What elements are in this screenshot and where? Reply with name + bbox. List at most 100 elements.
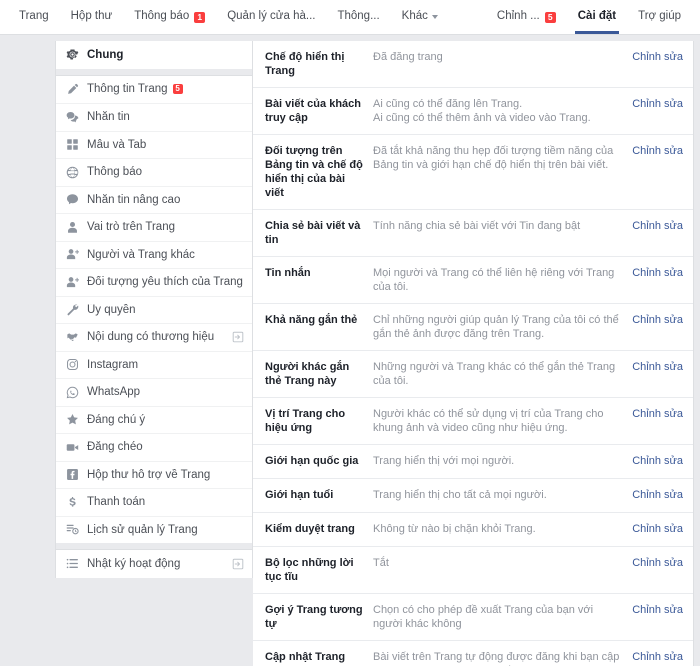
nav-item-label: Khác (401, 10, 428, 23)
setting-row: Giới hạn tuổi Trang hiển thị cho tất cả m… (253, 478, 693, 512)
sidebar-item-label: Nhắn tin (87, 111, 130, 124)
edit-link[interactable]: Chỉnh sửa (631, 407, 683, 421)
sidebar-item-label: Đăng chéo (87, 441, 143, 454)
sidebar-item-dang-chu-y[interactable]: Đáng chú ý (56, 405, 252, 434)
setting-row-title: Giới hạn tuổi (265, 489, 334, 501)
nav-item-c-i-t[interactable]: Cài đặt (567, 0, 627, 34)
sidebar-item-label: WhatsApp (87, 386, 141, 399)
setting-row: Người khác gắn thẻ Trang này Những người … (253, 350, 693, 397)
video-camera-icon (65, 440, 80, 455)
dollar-icon (65, 495, 80, 510)
nav-item-tr-gi-p[interactable]: Trợ giúp (627, 0, 692, 34)
setting-row-title: Đối tượng trên Bảng tin và chế độ hiển t… (265, 145, 363, 199)
setting-row-title: Kiểm duyệt trang (265, 523, 355, 535)
setting-row-description: Chỉ những người giúp quản lý Trang của t… (373, 313, 631, 341)
edit-link[interactable]: Chỉnh sửa (631, 603, 683, 617)
sidebar-item-nhan-tin-nang-cao[interactable]: Nhắn tin nâng cao (56, 185, 252, 214)
setting-row-description: Đã đăng trang (373, 50, 631, 64)
sidebar-item-lich-su-quan-ly-trang[interactable]: Lịch sử quản lý Trang (56, 515, 252, 544)
grid-icon (65, 137, 80, 152)
setting-row-title: Bài viết của khách truy cập (265, 98, 361, 124)
sidebar-item-mau-va-tab[interactable]: Mẫu và Tab (56, 130, 252, 159)
sidebar-item-chung[interactable]: Chung (56, 41, 252, 69)
sidebar-item-label: Thông tin Trang (87, 83, 168, 96)
sidebar-item-uy-quyen[interactable]: Ủy quyền (56, 295, 252, 324)
sidebar-item-instagram[interactable]: Instagram (56, 350, 252, 379)
setting-row-title: Tin nhắn (265, 267, 311, 279)
setting-row: Bộ lọc những lời tục tĩu Tắt Chỉnh sửa (253, 546, 693, 593)
messaging-icon (65, 110, 80, 125)
wrench-icon (65, 302, 80, 317)
settings-sidebar: Chung Thông tin Trang 5 Nhắn tin Mẫu và Tab T… (55, 41, 253, 578)
sidebar-item-nhat-ky-hoat-dong[interactable]: Nhật ký hoạt động (56, 550, 252, 578)
edit-link[interactable]: Chỉnh sửa (631, 144, 683, 158)
external-link-icon[interactable] (231, 331, 244, 344)
sidebar-item-label: Ủy quyền (87, 303, 136, 316)
setting-row-description: Trang hiển thị cho tất cả mọi người. (373, 488, 631, 502)
edit-link[interactable]: Chỉnh sửa (631, 556, 683, 570)
sidebar-item-label: Thanh toán (87, 496, 146, 509)
nav-item-badge: 5 (544, 11, 556, 23)
edit-link[interactable]: Chỉnh sửa (631, 650, 683, 664)
setting-row-description-line: Không từ nào bị chặn khỏi Trang. (373, 523, 536, 535)
nav-item-label: Chỉnh ... (496, 10, 540, 23)
sidebar-item-thong-bao[interactable]: Thông báo (56, 158, 252, 186)
edit-link[interactable]: Chỉnh sửa (631, 313, 683, 327)
setting-row-description: Đã tắt khả năng thu hẹp đối tượng tiềm n… (373, 144, 631, 172)
sidebar-item-dang-cheo[interactable]: Đăng chéo (56, 433, 252, 461)
setting-row-description-line: Chỉ những người giúp quản lý Trang của t… (373, 314, 619, 340)
chevron-down-icon (431, 15, 438, 19)
settings-page: Trang Hộp thư Thông báo 1 Quản lý cửa hà... T… (0, 0, 700, 666)
setting-row-description-line: Tắt (373, 557, 389, 569)
external-link-icon[interactable] (231, 557, 244, 570)
nav-item-label: Hộp thư (70, 10, 113, 23)
setting-row-description: Bài viết trên Trang tự động được đăng kh… (373, 650, 631, 666)
nav-item-label: Cài đặt (577, 10, 617, 23)
nav-item-th-ng[interactable]: Thông... (326, 0, 390, 34)
nav-item-label: Thông báo (134, 10, 190, 23)
edit-link[interactable]: Chỉnh sửa (631, 360, 683, 374)
instagram-icon (65, 357, 80, 372)
setting-row: Gợi ý Trang tương tự Chọn có cho phép đề … (253, 593, 693, 640)
sidebar-item-whatsapp[interactable]: WhatsApp (56, 378, 252, 406)
setting-row-description-line: Ai cũng có thể thêm ảnh và video vào Tra… (373, 112, 591, 124)
sidebar-item-nguoi-va-trang-khac[interactable]: Người và Trang khác (56, 240, 252, 269)
nav-item-kh-c[interactable]: Khác (391, 0, 449, 34)
sidebar-group: Thông tin Trang 5 Nhắn tin Mẫu và Tab Thông … (56, 74, 252, 544)
nav-item-th-ng-b-o[interactable]: Thông báo 1 (123, 0, 216, 34)
sidebar-item-nhan-tin[interactable]: Nhắn tin (56, 103, 252, 131)
edit-link[interactable]: Chỉnh sửa (631, 454, 683, 468)
edit-link[interactable]: Chỉnh sửa (631, 266, 683, 280)
setting-row-description: Tính năng chia sẻ bài viết với Tin đang … (373, 219, 631, 233)
whatsapp-icon (65, 385, 80, 400)
edit-link[interactable]: Chỉnh sửa (631, 97, 683, 111)
setting-row-title: Giới hạn quốc gia (265, 455, 359, 467)
sidebar-item-label: Nhắn tin nâng cao (87, 193, 181, 206)
setting-row-description: Không từ nào bị chặn khỏi Trang. (373, 522, 631, 536)
nav-item-qu-n-l-c-a-h[interactable]: Quản lý cửa hà... (216, 0, 326, 34)
sidebar-item-label: Mẫu và Tab (87, 138, 147, 151)
list-icon (65, 556, 80, 571)
setting-row-description: Người khác có thể sử dụng vị trí của Tra… (373, 407, 631, 435)
sidebar-item-doi-tuong-yeu-thich-cua-trang[interactable]: Đối tượng yêu thích của Trang (56, 268, 252, 296)
chat-bubble-icon (65, 192, 80, 207)
history-icon (65, 522, 80, 537)
sidebar-item-vai-tro-tren-trang[interactable]: Vai trò trên Trang (56, 213, 252, 241)
sidebar-item-hop-thu-ho-tro-ve-trang[interactable]: Hộp thư hỗ trợ về Trang (56, 460, 252, 489)
nav-item-h-p-th[interactable]: Hộp thư (60, 0, 124, 34)
setting-row: Bài viết của khách truy cập Ai cũng có th… (253, 87, 693, 134)
nav-item-ch-nh[interactable]: Chỉnh ... 5 (486, 0, 567, 34)
setting-row-description-line: Đã tắt khả năng thu hẹp đối tượng tiềm n… (373, 145, 614, 171)
edit-link[interactable]: Chỉnh sửa (631, 488, 683, 502)
edit-link[interactable]: Chỉnh sửa (631, 522, 683, 536)
sidebar-item-thong-tin-trang[interactable]: Thông tin Trang 5 (56, 76, 252, 104)
edit-link[interactable]: Chỉnh sửa (631, 219, 683, 233)
sidebar-item-noi-dung-co-thuong-hieu[interactable]: Nội dung có thương hiệu (56, 323, 252, 351)
handshake-icon (65, 330, 80, 345)
nav-item-trang[interactable]: Trang (8, 0, 60, 34)
edit-link[interactable]: Chỉnh sửa (631, 50, 683, 64)
setting-row-description-line: Chọn có cho phép đề xuất Trang của bạn v… (373, 604, 594, 630)
setting-row-description-line: Tính năng chia sẻ bài viết với Tin đang … (373, 220, 581, 232)
star-icon (65, 412, 80, 427)
sidebar-item-thanh-toan[interactable]: Thanh toán (56, 488, 252, 516)
